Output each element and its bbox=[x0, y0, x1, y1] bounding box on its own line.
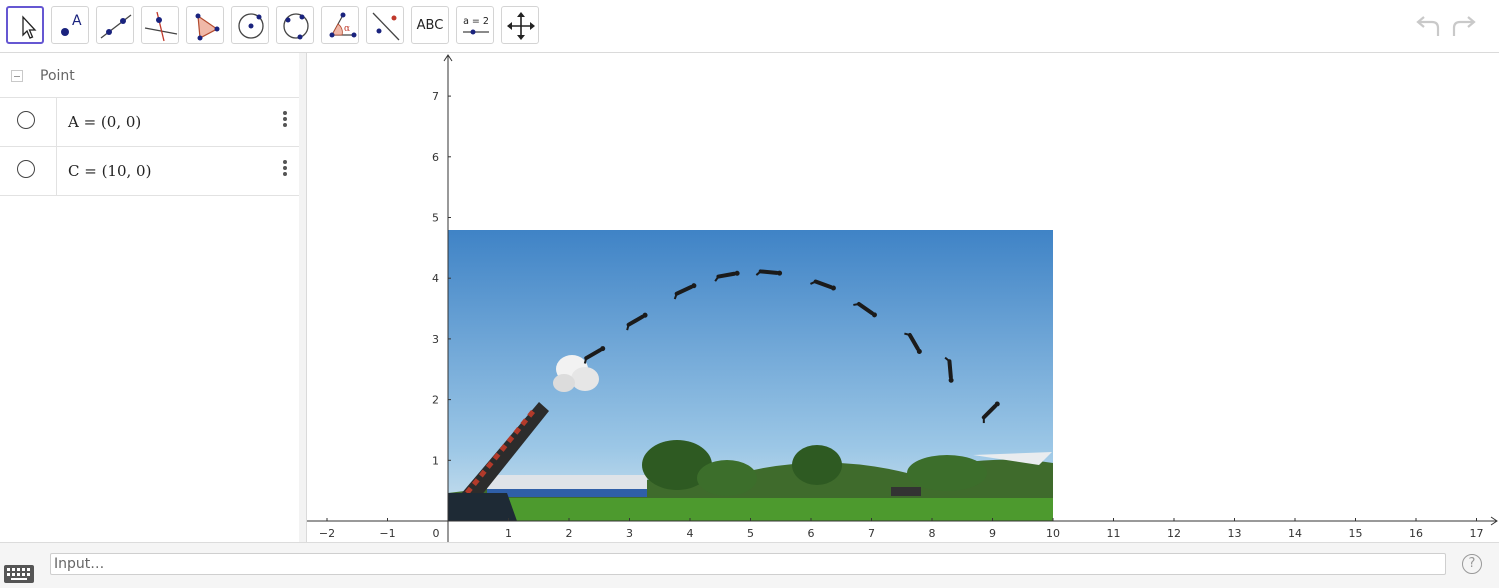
x-tick-label: 1 bbox=[505, 527, 512, 540]
move-graphics-view-tool-button[interactable] bbox=[501, 6, 539, 44]
collapse-group-toggle[interactable] bbox=[11, 70, 23, 82]
x-tick-label: 17 bbox=[1470, 527, 1484, 540]
more-options-icon[interactable] bbox=[274, 105, 294, 137]
point-icon: A bbox=[61, 13, 82, 36]
point-group-header: Point bbox=[0, 53, 299, 98]
x-tick-label: 14 bbox=[1288, 527, 1302, 540]
slider-icon: a = 2 bbox=[463, 16, 489, 35]
definition-text[interactable]: C = (10, 0) bbox=[68, 162, 151, 180]
svg-text:a = 2: a = 2 bbox=[463, 16, 489, 27]
x-tick-label: 8 bbox=[929, 527, 936, 540]
move-tool-button[interactable] bbox=[6, 6, 44, 44]
y-tick-label: 5 bbox=[432, 212, 439, 225]
x-tick-label: 12 bbox=[1167, 527, 1181, 540]
circle-center-icon bbox=[238, 13, 264, 39]
perpendicular-line-tool-button[interactable] bbox=[141, 6, 179, 44]
svg-text:α: α bbox=[344, 24, 350, 34]
x-tick-label: −1 bbox=[379, 527, 395, 540]
angle-icon: α bbox=[329, 12, 357, 38]
keyboard-icon[interactable] bbox=[4, 565, 34, 583]
y-tick-label: 3 bbox=[432, 333, 439, 346]
x-tick-label: 3 bbox=[626, 527, 633, 540]
text-tool-label: ABC bbox=[416, 17, 444, 33]
trajectory-photo-image[interactable] bbox=[448, 230, 1053, 521]
x-tick-label: 4 bbox=[687, 527, 694, 540]
visibility-toggle-icon[interactable] bbox=[17, 160, 35, 178]
reflect-about-line-icon bbox=[372, 12, 400, 41]
perpendicular-line-icon bbox=[144, 11, 178, 42]
y-tick-label: 6 bbox=[432, 151, 439, 164]
y-tick-label: 7 bbox=[432, 90, 439, 103]
redo-icon bbox=[1452, 16, 1476, 36]
group-label: Point bbox=[40, 68, 75, 84]
x-tick-label: 9 bbox=[989, 527, 996, 540]
point-tool-button[interactable]: A bbox=[51, 6, 89, 44]
definition-text[interactable]: A = (0, 0) bbox=[68, 113, 141, 131]
x-tick-label: −2 bbox=[319, 527, 335, 540]
more-options-icon[interactable] bbox=[274, 154, 294, 186]
row-divider bbox=[56, 147, 57, 195]
reflect-tool-button[interactable] bbox=[366, 6, 404, 44]
x-tick-label: 6 bbox=[808, 527, 815, 540]
undo-icon bbox=[1416, 16, 1440, 36]
algebra-item-c[interactable]: C = (10, 0) bbox=[0, 147, 299, 196]
y-tick-label: 1 bbox=[432, 454, 439, 467]
x-tick-label: 16 bbox=[1409, 527, 1423, 540]
undo-button[interactable] bbox=[1412, 12, 1442, 42]
circle-with-center-tool-button[interactable] bbox=[231, 6, 269, 44]
help-icon[interactable]: ? bbox=[1462, 554, 1482, 574]
circle-three-points-icon bbox=[283, 13, 309, 40]
row-divider bbox=[56, 98, 57, 146]
svg-text:A: A bbox=[72, 13, 82, 29]
x-tick-label: 15 bbox=[1349, 527, 1363, 540]
algebra-item-a[interactable]: A = (0, 0) bbox=[0, 98, 299, 147]
redo-button[interactable] bbox=[1450, 12, 1480, 42]
x-tick-label: 5 bbox=[747, 527, 754, 540]
x-tick-label: 11 bbox=[1107, 527, 1121, 540]
line-icon bbox=[100, 14, 132, 39]
x-tick-label: 10 bbox=[1046, 527, 1060, 540]
line-tool-button[interactable] bbox=[96, 6, 134, 44]
x-tick-label: 0 bbox=[433, 527, 440, 540]
text-tool-button[interactable]: ABC bbox=[411, 6, 449, 44]
polygon-icon bbox=[195, 13, 220, 41]
algebra-view: Point A = (0, 0) C = (10, 0) bbox=[0, 53, 300, 542]
angle-tool-button[interactable]: α bbox=[321, 6, 359, 44]
move-arrows-icon bbox=[507, 12, 535, 40]
x-tick-label: 7 bbox=[868, 527, 875, 540]
algebra-input-field[interactable] bbox=[50, 553, 1446, 575]
x-tick-label: 2 bbox=[566, 527, 573, 540]
y-tick-label: 2 bbox=[432, 394, 439, 407]
arrow-cursor-icon bbox=[22, 15, 37, 39]
graphics-view[interactable]: −2 −1 0 1 2 3 4 5 6 7 8 9 10 11 12 13 14 15 16 17 1 2 3 4 5 6 7 bbox=[307, 53, 1499, 542]
graphics-canvas[interactable]: −2 −1 0 1 2 3 4 5 6 7 8 9 10 11 12 13 14 15 16 171234567 bbox=[307, 53, 1499, 542]
polygon-tool-button[interactable] bbox=[186, 6, 224, 44]
slider-tool-button[interactable]: a = 2 bbox=[456, 6, 494, 44]
x-tick-label: 13 bbox=[1228, 527, 1242, 540]
y-tick-label: 4 bbox=[432, 272, 439, 285]
input-bar: ? bbox=[0, 542, 1499, 588]
visibility-toggle-icon[interactable] bbox=[17, 111, 35, 129]
view-splitter[interactable] bbox=[299, 53, 307, 542]
circle-three-points-tool-button[interactable] bbox=[276, 6, 314, 44]
toolbar: A α ABC a = 2 bbox=[0, 0, 1499, 53]
